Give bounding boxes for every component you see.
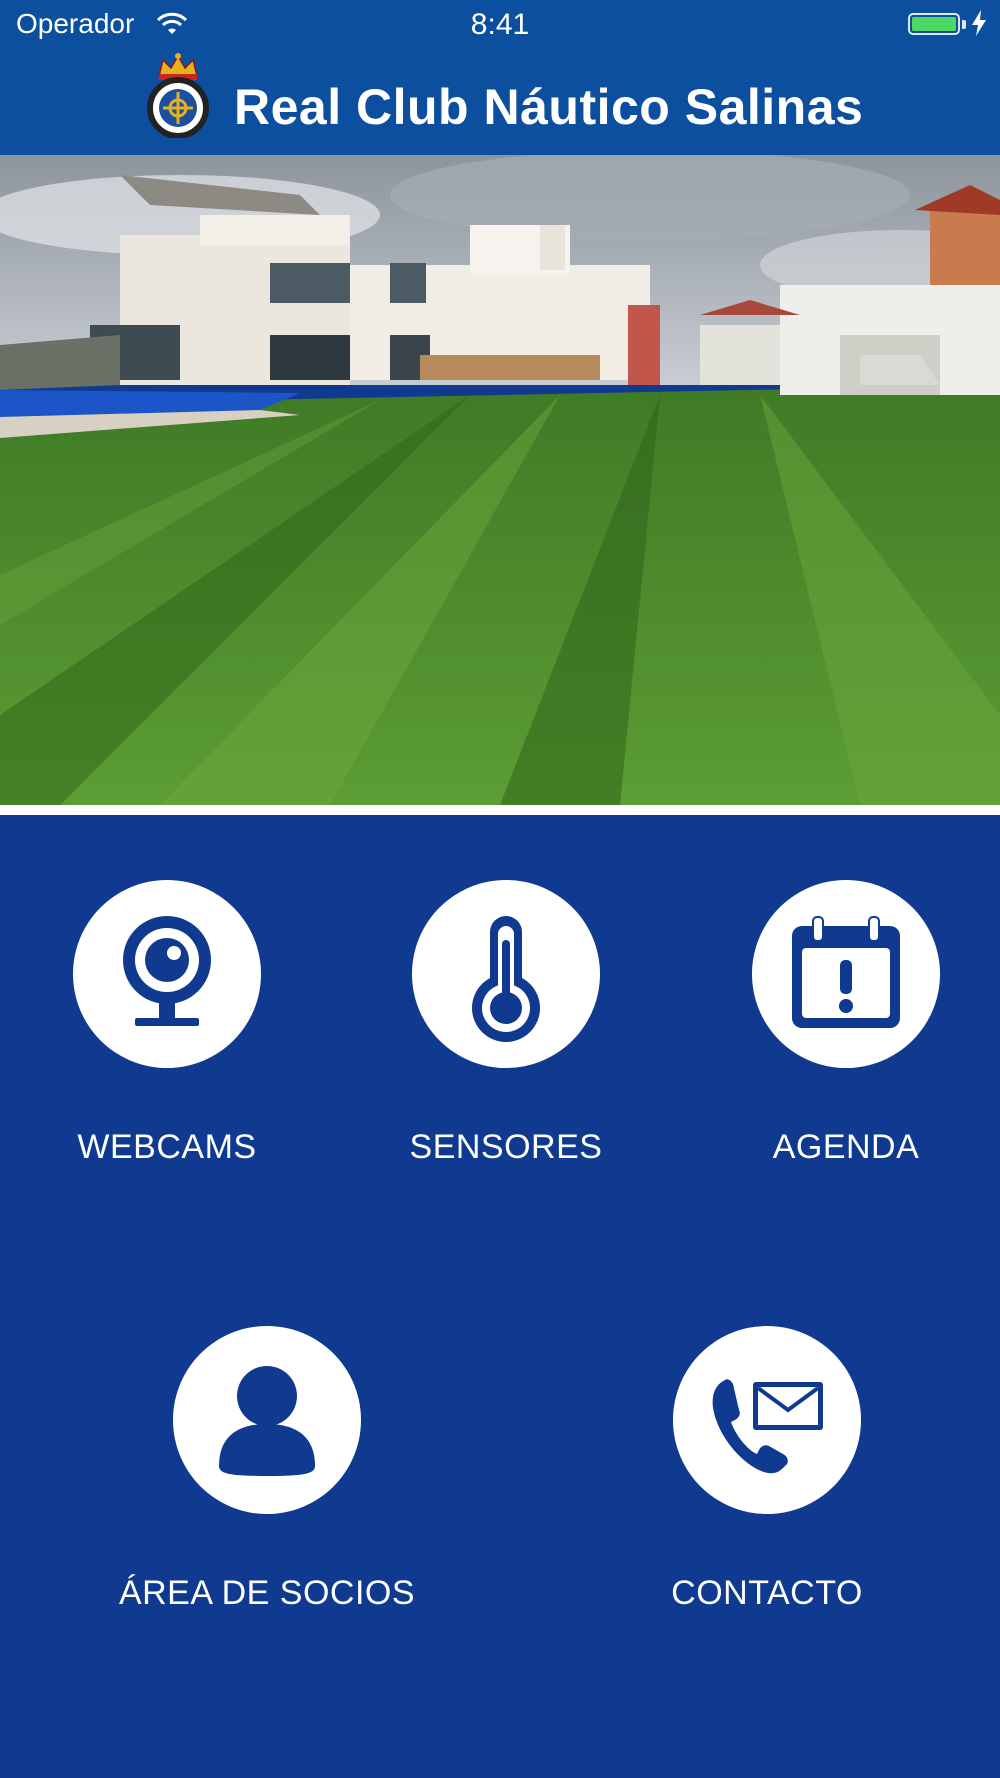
hero-image: [0, 155, 1000, 805]
contacto-button[interactable]: [673, 1326, 861, 1514]
menu-label-contacto: CONTACTO: [671, 1574, 863, 1612]
hero-photo: [0, 155, 1000, 805]
app-header: Operador 8:41 Real Club Náutico Salinas: [0, 0, 1000, 155]
sensores-button[interactable]: [412, 880, 600, 1068]
menu-item-webcams[interactable]: WEBCAMS: [17, 880, 317, 1167]
menu-label-sensores: SENSORES: [409, 1128, 603, 1166]
webcam-button[interactable]: [73, 880, 261, 1068]
hero-divider: [0, 805, 1000, 815]
webcam-icon: [123, 916, 211, 1026]
agenda-button[interactable]: [752, 880, 940, 1068]
battery-icon: [908, 13, 960, 35]
area-socios-button[interactable]: [173, 1326, 361, 1514]
menu-item-area-socios[interactable]: ÁREA DE SOCIOS: [117, 1326, 417, 1613]
charging-bolt-icon: [972, 10, 986, 36]
menu-item-contacto[interactable]: CONTACTO: [617, 1326, 917, 1613]
phone-mail-icon: [712, 1379, 823, 1474]
menu-label-webcams: WEBCAMS: [77, 1128, 257, 1166]
menu-label-area-socios: ÁREA DE SOCIOS: [118, 1574, 416, 1612]
menu-item-agenda[interactable]: AGENDA: [696, 880, 996, 1167]
menu-label-agenda: AGENDA: [772, 1128, 920, 1166]
status-time: 8:41: [470, 8, 530, 41]
page-title: Real Club Náutico Salinas: [234, 79, 864, 135]
battery-tip: [962, 20, 966, 29]
calendar-alert-icon: [792, 916, 900, 1028]
thermometer-icon: [472, 916, 540, 1042]
status-bar: Operador 8:41: [0, 0, 1000, 50]
menu-item-sensores[interactable]: SENSORES: [356, 880, 656, 1167]
club-emblem-icon: [147, 53, 209, 138]
user-icon: [219, 1366, 315, 1476]
